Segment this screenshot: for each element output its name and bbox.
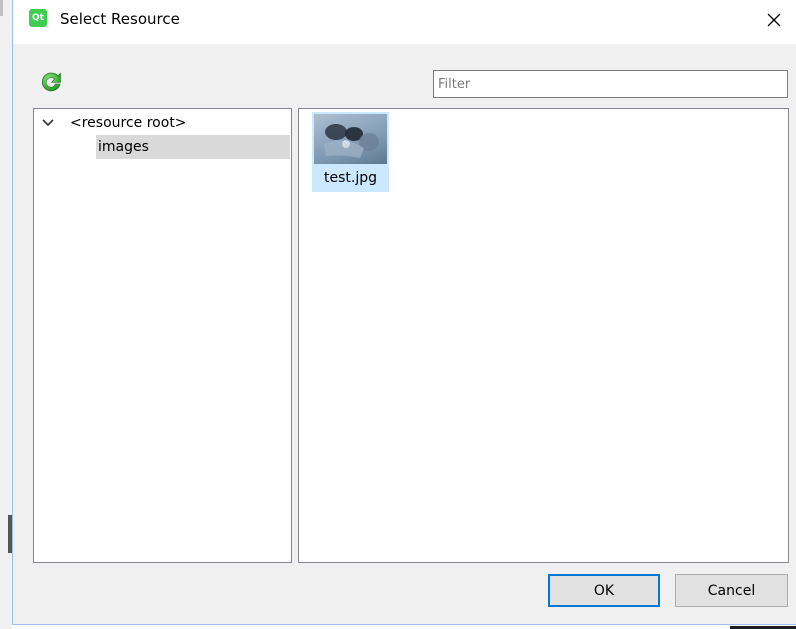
title-bar: Qt Select Resource [13,0,796,44]
file-list[interactable]: test.jpg [298,108,789,563]
tree-item-label: <resource root> [70,115,187,131]
background-mark [0,0,3,16]
tree-item-images[interactable]: images [96,135,290,159]
reload-button[interactable] [39,70,63,94]
cancel-button[interactable]: Cancel [675,574,788,607]
tree-item-resource-root[interactable]: <resource root> [34,111,291,135]
resource-tree[interactable]: <resource root> images [33,108,292,563]
reload-icon [41,72,61,92]
file-name: test.jpg [324,170,377,186]
file-item-test-jpg[interactable]: test.jpg [312,112,389,192]
close-button[interactable] [752,0,796,40]
ok-button[interactable]: OK [548,574,660,607]
qt-app-icon: Qt [29,9,47,27]
background-window-edge [0,0,12,629]
filter-input[interactable] [433,70,788,98]
image-thumbnail [314,114,387,164]
select-resource-dialog: Qt Select Resource < [12,0,796,625]
close-icon [767,13,781,27]
tree-item-label: images [98,139,149,155]
dialog-title: Select Resource [60,10,180,28]
chevron-down-icon[interactable] [42,111,54,135]
